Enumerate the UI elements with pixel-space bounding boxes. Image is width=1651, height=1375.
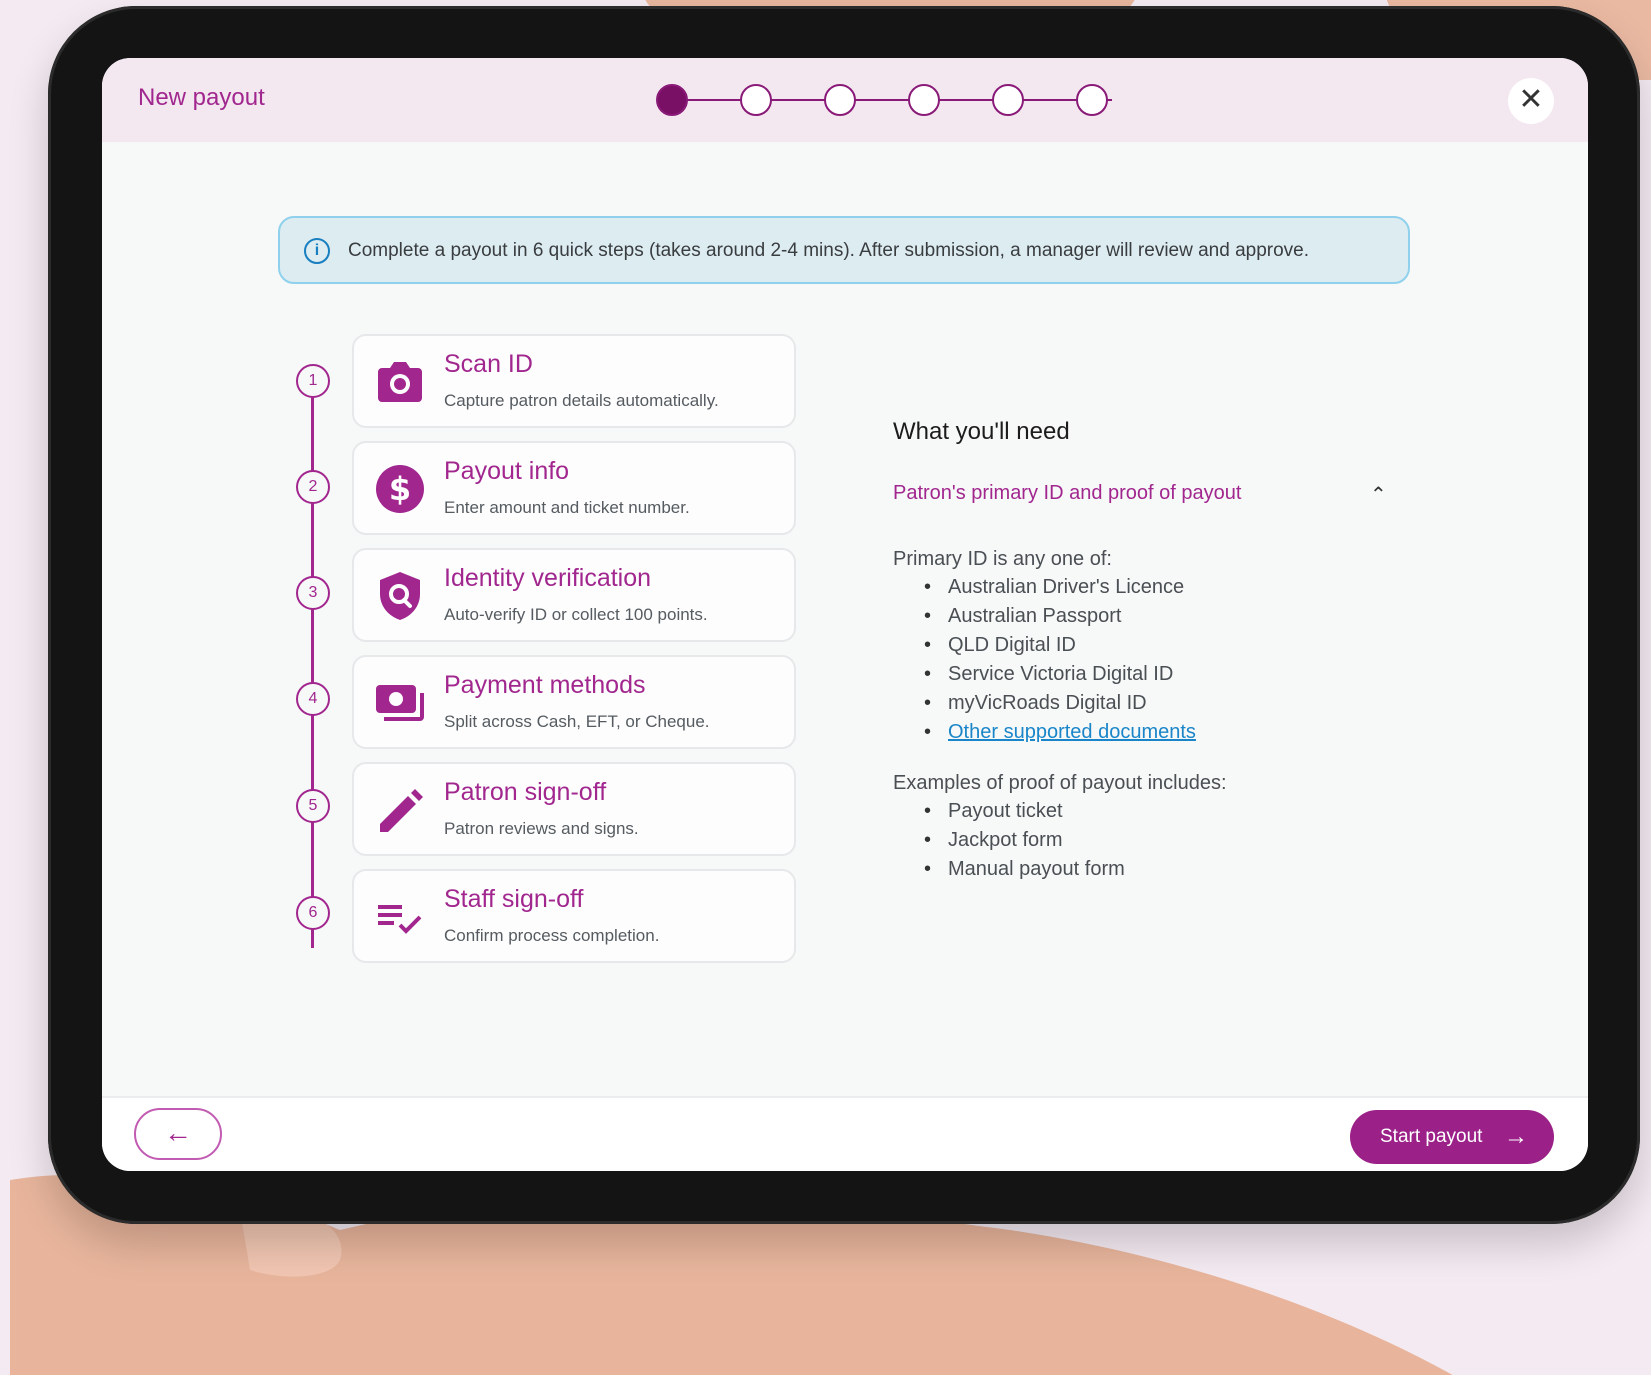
list-item: Manual payout form [924, 858, 1125, 887]
step-number-3: 3 [296, 576, 330, 610]
primary-id-list: Australian Driver's Licence Australian P… [924, 576, 1196, 750]
proof-list: Payout ticket Jackpot form Manual payout… [924, 800, 1125, 887]
step-subtitle: Split across Cash, EFT, or Cheque. [444, 712, 710, 731]
back-button[interactable]: ← [134, 1108, 222, 1160]
stepper-dot-5 [992, 84, 1024, 116]
footer-bar: ← Start payout → [102, 1096, 1588, 1171]
pencil-icon [380, 789, 423, 832]
step-number-1: 1 [296, 364, 330, 398]
step-number-2: 2 [296, 470, 330, 504]
step-subtitle: Enter amount and ticket number. [444, 498, 690, 517]
list-item: Australian Passport [924, 605, 1196, 634]
step-card-payment-methods[interactable]: Payment methods Split across Cash, EFT, … [352, 655, 796, 749]
checklist-icon [378, 905, 422, 934]
list-item: myVicRoads Digital ID [924, 692, 1196, 721]
page-title: New payout [138, 84, 265, 111]
list-item: QLD Digital ID [924, 634, 1196, 663]
accordion-header[interactable]: Patron's primary ID and proof of payout [893, 482, 1241, 505]
stepper-dot-6 [1076, 84, 1108, 116]
step-number-6: 6 [296, 896, 330, 930]
step-subtitle: Patron reviews and signs. [444, 819, 639, 838]
step-card-staff-sign-off[interactable]: Staff sign-off Confirm process completio… [352, 869, 796, 963]
step-card-payout-info[interactable]: $ Payout info Enter amount and ticket nu… [352, 441, 796, 535]
step-subtitle: Auto-verify ID or collect 100 points. [444, 605, 708, 624]
info-icon: i [304, 238, 330, 264]
stepper-line [672, 99, 1112, 101]
info-banner: i Complete a payout in 6 quick steps (ta… [278, 216, 1410, 284]
shield-search-icon [380, 572, 420, 620]
stepper-dot-3 [824, 84, 856, 116]
timeline-line [311, 382, 314, 948]
app-screen: New payout ✕ i Complete a payout in 6 qu… [102, 58, 1588, 1171]
primary-id-heading: Primary ID is any one of: [893, 548, 1112, 570]
step-title: Payout info [444, 457, 570, 485]
step-number-5: 5 [296, 789, 330, 823]
close-button[interactable]: ✕ [1508, 78, 1554, 124]
other-documents-link[interactable]: Other supported documents [924, 721, 1196, 750]
list-item: Australian Driver's Licence [924, 576, 1196, 605]
step-card-patron-sign-off[interactable]: Patron sign-off Patron reviews and signs… [352, 762, 796, 856]
proof-heading: Examples of proof of payout includes: [893, 772, 1227, 794]
step-subtitle: Confirm process completion. [444, 926, 660, 945]
step-title: Staff sign-off [444, 885, 584, 913]
step-number-4: 4 [296, 682, 330, 716]
step-title: Scan ID [444, 350, 533, 378]
step-title: Identity verification [444, 564, 652, 592]
start-payout-label: Start payout [1380, 1126, 1483, 1147]
list-item: Jackpot form [924, 829, 1125, 858]
step-title: Payment methods [444, 671, 646, 699]
stepper-dot-4 [908, 84, 940, 116]
stepper-dot-1 [656, 84, 688, 116]
arrow-left-icon: ← [164, 1117, 192, 1148]
list-item: Service Victoria Digital ID [924, 663, 1196, 692]
arrow-right-icon: → [1504, 1123, 1528, 1150]
svg-text:$: $ [389, 470, 411, 508]
start-payout-button[interactable]: Start payout → [1350, 1110, 1554, 1164]
info-banner-text: Complete a payout in 6 quick steps (take… [348, 240, 1310, 261]
money-icon [376, 685, 424, 721]
dollar-icon: $ [376, 465, 424, 513]
chevron-up-icon[interactable]: ⌃ [1370, 482, 1387, 507]
requirements-title: What you'll need [893, 418, 1070, 445]
camera-icon [378, 362, 422, 402]
step-subtitle: Capture patron details automatically. [444, 391, 719, 410]
close-icon: ✕ [1518, 83, 1544, 116]
step-title: Patron sign-off [444, 778, 607, 806]
list-item: Payout ticket [924, 800, 1125, 829]
step-card-scan-id[interactable]: Scan ID Capture patron details automatic… [352, 334, 796, 428]
stepper-dot-2 [740, 84, 772, 116]
progress-stepper [656, 82, 1116, 118]
step-card-identity-verification[interactable]: Identity verification Auto-verify ID or … [352, 548, 796, 642]
header-bar: New payout ✕ [102, 58, 1588, 142]
